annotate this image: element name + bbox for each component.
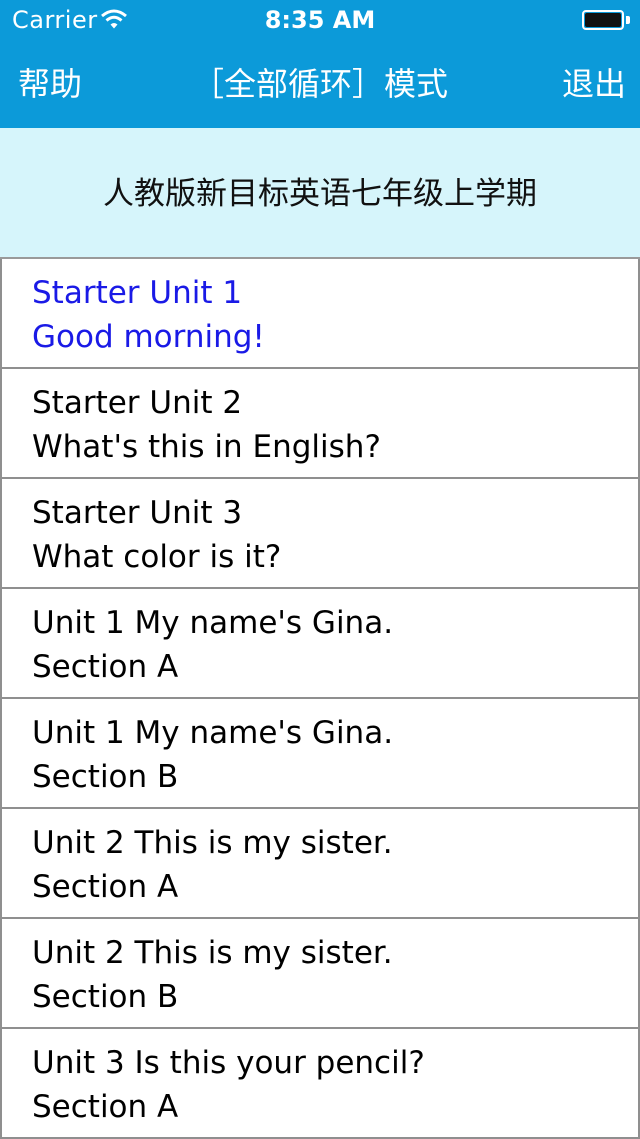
unit-subtitle: Section A <box>32 1089 179 1125</box>
unit-list-item[interactable]: Unit 1 My name's Gina. Section A <box>0 589 640 699</box>
unit-list-item[interactable]: Starter Unit 1 Good morning! <box>0 259 640 369</box>
top-bar: Carrier 8:35 AM 帮助 ［全部循环］模式 退出 <box>0 0 640 128</box>
unit-subtitle: Section A <box>32 649 179 685</box>
book-title-header: 人教版新目标英语七年级上学期 <box>0 128 640 259</box>
unit-subtitle: Good morning! <box>32 319 265 355</box>
unit-list-item[interactable]: Starter Unit 2 What's this in English? <box>0 369 640 479</box>
unit-title: Unit 1 My name's Gina. <box>32 715 394 751</box>
status-time: 8:35 AM <box>264 6 376 34</box>
unit-title: Unit 2 This is my sister. <box>32 825 393 861</box>
unit-title: Unit 2 This is my sister. <box>32 935 393 971</box>
mode-title: ［全部循环］模式 <box>191 65 448 103</box>
unit-subtitle: Section B <box>32 979 179 1015</box>
unit-title: Starter Unit 2 <box>32 385 243 421</box>
navigation-bar: 帮助 ［全部循环］模式 退出 <box>0 40 640 128</box>
unit-list-item[interactable]: Unit 1 My name's Gina. Section B <box>0 699 640 809</box>
unit-title: Unit 3 Is this your pencil? <box>32 1045 425 1081</box>
unit-list: Starter Unit 1 Good morning! Starter Unit … <box>0 259 640 1139</box>
unit-subtitle: Section B <box>32 759 179 795</box>
unit-title: Starter Unit 3 <box>32 495 243 531</box>
unit-subtitle: Section A <box>32 869 179 905</box>
unit-list-item[interactable]: Unit 2 This is my sister. Section A <box>0 809 640 919</box>
unit-title: Starter Unit 1 <box>32 275 243 311</box>
exit-button[interactable]: 退出 <box>562 62 626 106</box>
unit-title: Unit 1 My name's Gina. <box>32 605 394 641</box>
unit-list-item[interactable]: Unit 3 Is this your pencil? Section A <box>0 1029 640 1139</box>
battery-icon <box>582 10 630 30</box>
unit-list-item[interactable]: Unit 2 This is my sister. Section B <box>0 919 640 1029</box>
unit-subtitle: What's this in English? <box>32 429 381 465</box>
unit-list-item[interactable]: Starter Unit 3 What color is it? <box>0 479 640 589</box>
unit-subtitle: What color is it? <box>32 539 282 575</box>
book-title: 人教版新目标英语七年级上学期 <box>103 176 537 212</box>
status-bar: Carrier 8:35 AM <box>0 0 640 40</box>
